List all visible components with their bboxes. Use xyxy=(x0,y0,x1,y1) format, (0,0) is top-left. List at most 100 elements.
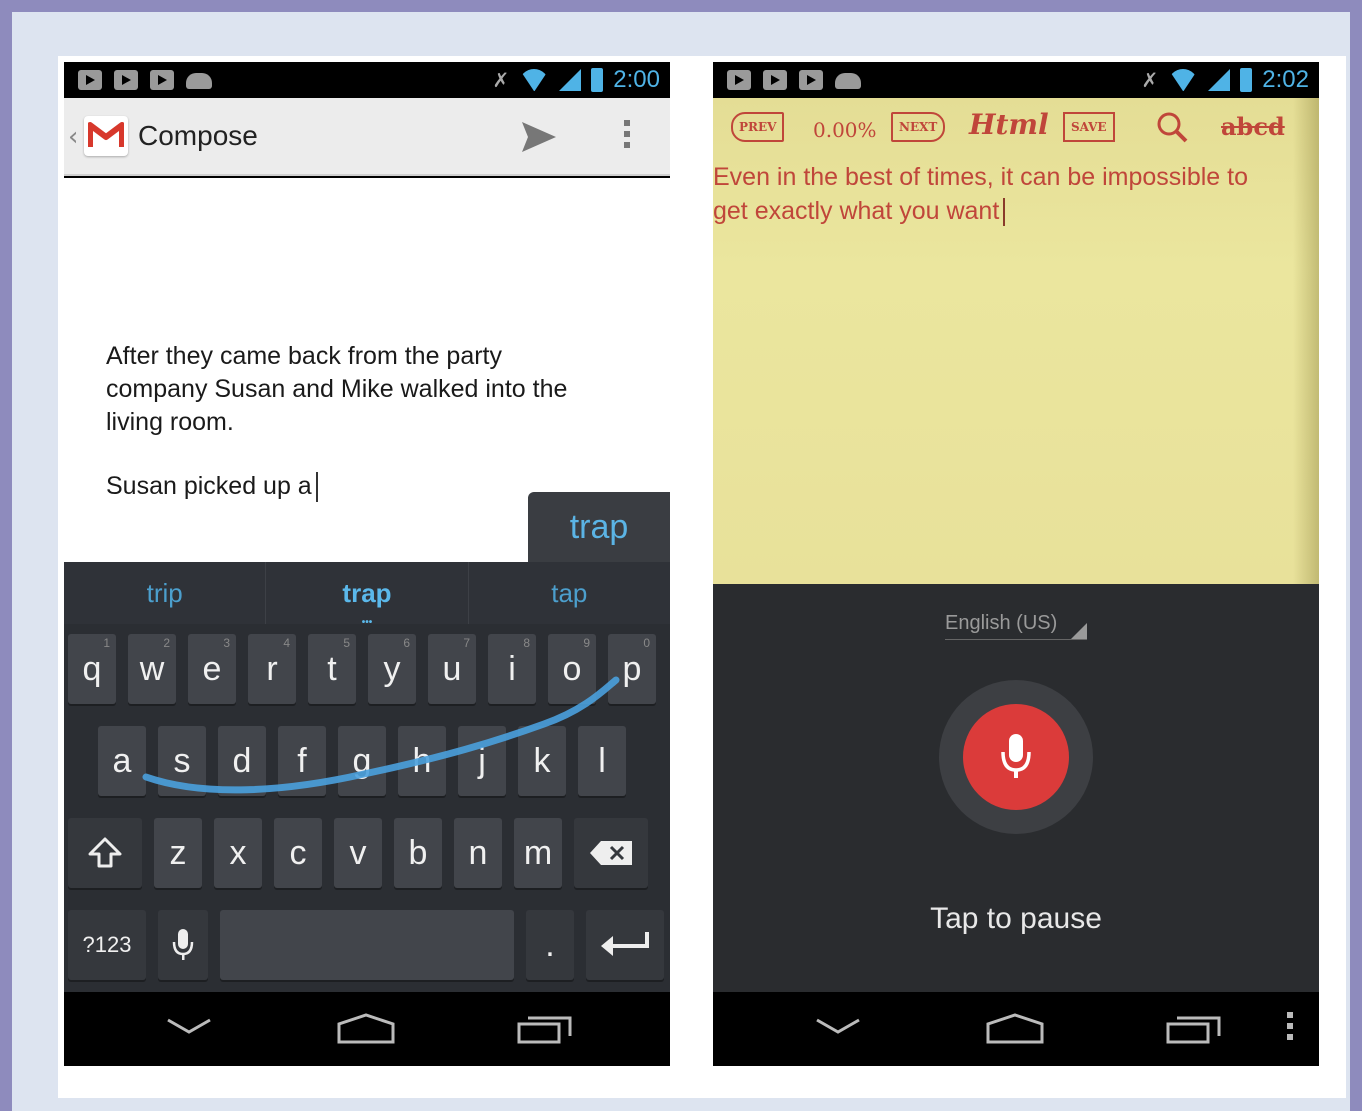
key-hint: 8 xyxy=(523,636,530,650)
key-row-3: z x c v b n m xyxy=(68,818,648,888)
home-icon[interactable] xyxy=(336,1012,396,1046)
key[interactable]: f xyxy=(278,726,326,796)
html-button[interactable]: Html xyxy=(969,108,1049,141)
suggestion-item[interactable]: trip xyxy=(64,562,267,624)
key[interactable]: i8 xyxy=(488,634,536,704)
key[interactable]: q1 xyxy=(68,634,116,704)
key[interactable]: w2 xyxy=(128,634,176,704)
message-text[interactable]: After they came back from the party comp… xyxy=(106,340,606,439)
key[interactable]: u7 xyxy=(428,634,476,704)
text-cursor xyxy=(1003,198,1006,227)
editor-line: get exactly what you want xyxy=(713,194,1319,228)
key[interactable]: m xyxy=(514,818,562,888)
pause-label: Tap to pause xyxy=(930,902,1102,935)
play-icon xyxy=(799,70,823,90)
send-icon[interactable] xyxy=(520,120,558,158)
key[interactable]: s xyxy=(158,726,206,796)
enter-icon xyxy=(601,932,649,956)
key[interactable]: v xyxy=(334,818,382,888)
editor-line: Even in the best of times, it can be imp… xyxy=(713,163,1248,191)
key-row-1: q1 w2 e3 r4 t5 y6 u7 i8 o9 p0 xyxy=(68,634,656,704)
search-icon[interactable] xyxy=(1155,110,1189,144)
text-editor[interactable]: PREV 0.00% NEXT Html SAVE abcd Even in t… xyxy=(713,98,1319,584)
back-icon[interactable] xyxy=(813,1012,863,1042)
mic-ring xyxy=(939,680,1093,834)
gesture-preview: trap xyxy=(528,492,670,562)
key[interactable]: y6 xyxy=(368,634,416,704)
wifi-icon xyxy=(519,69,549,91)
key[interactable]: t5 xyxy=(308,634,356,704)
prev-button[interactable]: PREV xyxy=(731,112,785,142)
text-cursor xyxy=(315,472,318,503)
android-icon xyxy=(186,73,212,89)
key-hint: 5 xyxy=(343,636,350,650)
recents-icon[interactable] xyxy=(1165,1012,1223,1046)
nav-bar xyxy=(64,992,670,1066)
mic-button[interactable] xyxy=(963,704,1069,810)
suggestion-item-selected[interactable]: trap xyxy=(266,562,469,654)
enter-key[interactable] xyxy=(586,910,664,980)
space-bar[interactable] xyxy=(220,910,514,980)
backspace-key[interactable] xyxy=(574,818,648,888)
key-label: t xyxy=(327,650,337,688)
overflow-menu-icon[interactable] xyxy=(1287,1012,1295,1045)
status-bar: ✗ 2:00 xyxy=(64,62,670,98)
key[interactable]: a xyxy=(98,726,146,796)
key[interactable]: p0 xyxy=(608,634,656,704)
language-selector[interactable]: English (US) xyxy=(945,612,1087,640)
play-icon xyxy=(78,70,102,90)
key-label: u xyxy=(442,650,462,688)
play-icon xyxy=(727,70,751,90)
key[interactable]: z xyxy=(154,818,202,888)
typing-line[interactable]: Susan picked up a xyxy=(106,472,318,503)
android-icon xyxy=(835,73,861,89)
backspace-icon xyxy=(590,841,632,865)
key-hint: 7 xyxy=(463,636,470,650)
period-key[interactable]: . xyxy=(526,910,574,980)
recents-icon[interactable] xyxy=(516,1012,574,1046)
phone-left: ✗ 2:00 ‹ Compose After they came back fr… xyxy=(64,62,670,1066)
shift-key[interactable] xyxy=(68,818,142,888)
key-hint: 9 xyxy=(583,636,590,650)
key[interactable]: x xyxy=(214,818,262,888)
key[interactable]: h xyxy=(398,726,446,796)
editor-line-text: get exactly what you want xyxy=(713,197,1000,225)
action-bar: ‹ Compose xyxy=(64,98,670,176)
phone-right: ✗ 2:02 PREV 0.00% NEXT Html SAVE abcd Ev… xyxy=(713,62,1319,1066)
clock: 2:02 xyxy=(1262,66,1309,93)
back-icon[interactable] xyxy=(164,1012,214,1042)
save-button[interactable]: SAVE xyxy=(1063,112,1115,142)
back-chevron-icon[interactable]: ‹ xyxy=(68,122,78,152)
symbols-key[interactable]: ?123 xyxy=(68,910,146,980)
gmail-icon[interactable] xyxy=(84,116,128,156)
key[interactable]: r4 xyxy=(248,634,296,704)
next-button[interactable]: NEXT xyxy=(891,112,946,142)
strikethrough-button[interactable]: abcd xyxy=(1221,112,1285,141)
key[interactable]: l xyxy=(578,726,626,796)
key-label: p xyxy=(622,650,642,688)
key[interactable]: n xyxy=(454,818,502,888)
suggestion-item[interactable]: tap xyxy=(469,562,670,624)
mic-icon xyxy=(1001,734,1031,778)
play-icon xyxy=(763,70,787,90)
key[interactable]: d xyxy=(218,726,266,796)
voice-key[interactable] xyxy=(158,910,208,980)
overflow-menu-icon[interactable] xyxy=(624,120,632,153)
editor-content[interactable]: Even in the best of times, it can be imp… xyxy=(713,160,1319,228)
battery-icon xyxy=(1240,68,1253,92)
key-hint: 2 xyxy=(163,636,170,650)
key[interactable]: k xyxy=(518,726,566,796)
key[interactable]: o9 xyxy=(548,634,596,704)
home-icon[interactable] xyxy=(985,1012,1045,1046)
notification-icons xyxy=(78,70,212,90)
dropdown-corner-icon xyxy=(1071,623,1087,639)
key-label: w xyxy=(139,650,165,688)
key[interactable]: j xyxy=(458,726,506,796)
key[interactable]: g xyxy=(338,726,386,796)
key[interactable]: e3 xyxy=(188,634,236,704)
key[interactable]: c xyxy=(274,818,322,888)
battery-icon xyxy=(591,68,604,92)
key[interactable]: b xyxy=(394,818,442,888)
mic-icon xyxy=(172,929,194,960)
key-label: r xyxy=(266,650,278,688)
